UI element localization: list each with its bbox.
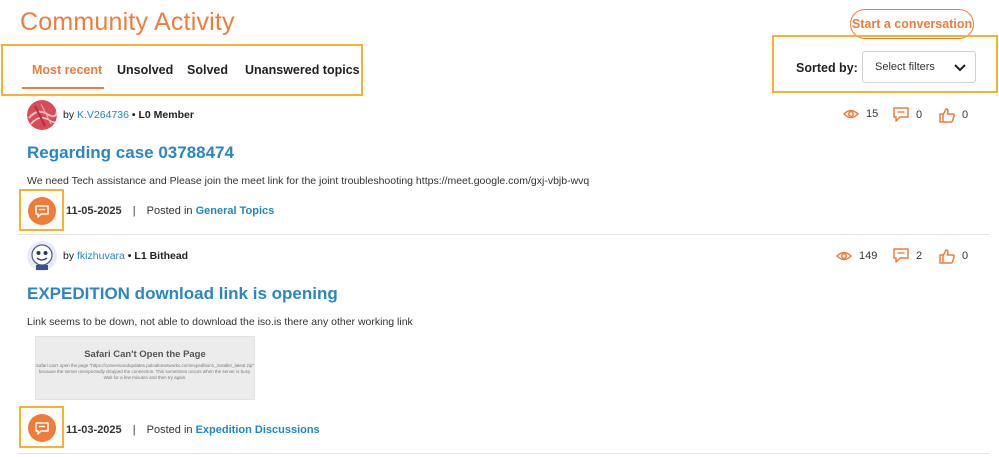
tab-solved[interactable]: Solved: [187, 63, 228, 77]
chevron-down-icon: [954, 64, 966, 72]
message-icon[interactable]: [28, 197, 56, 225]
sort-panel: Sorted by: Select filters: [772, 35, 998, 93]
tab-most-recent[interactable]: Most recent: [32, 63, 102, 77]
views-count: 149: [859, 250, 878, 262]
avatar[interactable]: [27, 100, 57, 130]
category-link[interactable]: General Topics: [196, 205, 275, 217]
thumbs-up-icon: [939, 249, 955, 264]
message-icon-highlight: [19, 406, 64, 448]
post-date: 11-03-2025: [66, 424, 122, 436]
replies-stat: 2: [893, 248, 922, 263]
user-rank: L0 Member: [138, 109, 194, 121]
views-count: 15: [866, 108, 879, 120]
replies-stat: 0: [893, 107, 922, 122]
user-rank: L1 Bithead: [134, 250, 189, 262]
username-link[interactable]: fkizhuvara: [77, 250, 125, 262]
category-link[interactable]: Expedition Discussions: [196, 424, 320, 436]
eye-icon: [843, 109, 859, 119]
posted-in-label: Posted in: [146, 205, 193, 217]
post-body: Link seems to be down, not able to downl…: [27, 316, 413, 328]
post-body: We need Tech assistance and Please join …: [27, 175, 590, 187]
post-byline: by fkizhuvara • L1 Bithead: [63, 250, 189, 262]
thumbs-up-icon: [939, 108, 955, 123]
username-link[interactable]: K.V264736: [77, 109, 129, 121]
attachment-heading: Safari Can't Open the Page: [84, 349, 206, 360]
comment-icon: [893, 107, 909, 122]
post-divider: [18, 453, 989, 454]
post-title-link[interactable]: Regarding case 03788474: [27, 143, 234, 163]
avatar[interactable]: [27, 241, 57, 271]
post-date: 11-05-2025: [66, 205, 122, 217]
post-meta: 11-05-2025 | Posted in General Topics: [66, 205, 275, 217]
kudos-count: 0: [962, 109, 969, 121]
kudos-stat[interactable]: 0: [939, 248, 968, 264]
page-title: Community Activity: [20, 8, 235, 36]
tab-unanswered-topics[interactable]: Unanswered topics: [245, 63, 360, 77]
replies-count: 0: [916, 108, 923, 121]
sort-label: Sorted by:: [796, 61, 858, 75]
views-stat: 15: [843, 108, 878, 120]
post-title-link[interactable]: EXPEDITION download link is opening: [27, 284, 338, 304]
comment-icon: [893, 248, 909, 263]
attachment-text: Safari can't open the page "https://conv…: [36, 363, 254, 380]
sort-selected-value: Select filters: [875, 61, 935, 73]
views-stat: 149: [836, 250, 877, 262]
kudos-stat[interactable]: 0: [939, 107, 968, 123]
post-byline: by K.V264736 • L0 Member: [63, 109, 194, 121]
sort-filter-select[interactable]: Select filters: [862, 51, 976, 83]
eye-icon: [836, 251, 852, 261]
post-meta: 11-03-2025 | Posted in Expedition Discus…: [66, 424, 320, 436]
by-label: by: [63, 109, 75, 121]
posted-in-label: Posted in: [146, 424, 193, 436]
post-divider: [18, 234, 989, 235]
message-icon[interactable]: [28, 414, 56, 442]
tab-unsolved[interactable]: Unsolved: [117, 63, 173, 77]
message-icon-highlight: [19, 189, 64, 231]
by-label: by: [63, 250, 75, 262]
kudos-count: 0: [962, 250, 969, 262]
attachment-image[interactable]: Safari Can't Open the Page Safari can't …: [35, 336, 255, 400]
tab-bar: Most recent Unsolved Solved Unanswered t…: [1, 44, 363, 96]
active-tab-indicator: [22, 87, 104, 89]
replies-count: 2: [916, 249, 923, 262]
